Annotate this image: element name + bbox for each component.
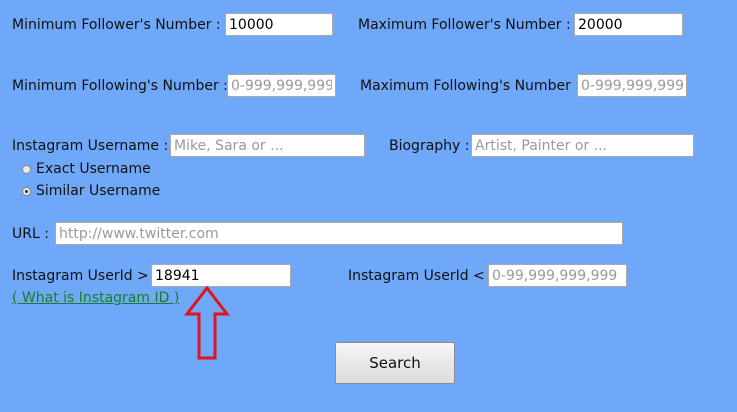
- similar-username-option[interactable]: Similar Username: [22, 183, 160, 199]
- similar-username-label: Similar Username: [36, 183, 161, 199]
- biography-label: Biography :: [389, 138, 470, 154]
- url-input[interactable]: [55, 222, 623, 245]
- userid-min-input[interactable]: [151, 264, 291, 287]
- max-followers-label: Maximum Follower's Number :: [358, 17, 571, 33]
- exact-username-option[interactable]: Exact Username: [22, 161, 151, 177]
- similar-username-radio[interactable]: [22, 186, 31, 196]
- max-followers-input[interactable]: [574, 13, 683, 36]
- min-following-label: Minimum Following's Number :: [12, 78, 228, 94]
- exact-username-radio[interactable]: [22, 164, 31, 174]
- min-followers-label: Minimum Follower's Number :: [12, 17, 221, 33]
- max-following-label: Maximum Following's Number :: [360, 78, 580, 94]
- userid-max-label: Instagram UserId <: [348, 268, 485, 284]
- username-label: Instagram Username :: [12, 138, 169, 154]
- userid-min-label: Instagram UserId >: [12, 268, 149, 284]
- min-followers-input[interactable]: [225, 13, 333, 36]
- up-arrow-icon: [183, 286, 231, 360]
- exact-username-label: Exact Username: [36, 161, 151, 177]
- min-following-input[interactable]: [227, 74, 336, 97]
- max-following-input[interactable]: [577, 74, 687, 97]
- username-input[interactable]: [170, 134, 365, 157]
- userid-max-input[interactable]: [488, 264, 627, 287]
- url-label: URL :: [12, 226, 49, 242]
- biography-input[interactable]: [471, 134, 694, 157]
- search-button[interactable]: Search: [335, 342, 455, 384]
- what-is-instagram-id-link[interactable]: ( What is Instagram ID ): [12, 289, 179, 307]
